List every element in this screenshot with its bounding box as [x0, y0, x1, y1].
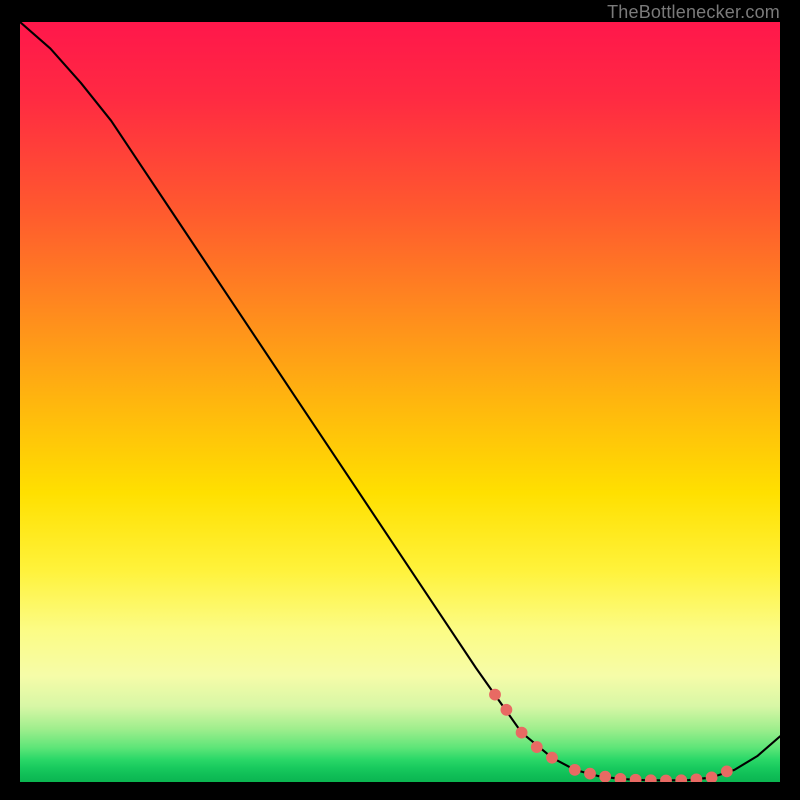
data-marker	[546, 752, 558, 764]
data-marker	[721, 765, 733, 777]
chart-svg	[20, 22, 780, 782]
data-marker	[599, 771, 611, 782]
data-marker	[531, 741, 543, 753]
curve-layer	[20, 22, 780, 780]
plot-frame	[20, 22, 780, 782]
data-marker	[569, 764, 581, 776]
data-marker	[645, 774, 657, 782]
bottleneck-curve	[20, 22, 780, 780]
data-marker	[584, 768, 596, 780]
data-marker	[691, 773, 703, 782]
data-marker	[516, 727, 528, 739]
data-marker	[675, 774, 687, 782]
data-marker	[706, 772, 718, 782]
data-marker	[489, 689, 501, 701]
data-marker	[615, 773, 627, 782]
attribution-text: TheBottlenecker.com	[607, 2, 780, 23]
marker-layer	[489, 689, 733, 782]
chart-stage: TheBottlenecker.com	[0, 0, 800, 800]
data-marker	[660, 775, 672, 782]
data-marker	[630, 774, 642, 782]
data-marker	[501, 704, 513, 716]
